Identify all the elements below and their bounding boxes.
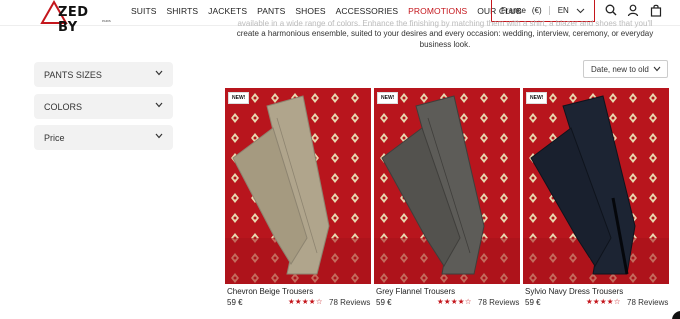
rating-stars: ★★★★☆ bbox=[586, 297, 621, 306]
review-count[interactable]: 78 Reviews bbox=[478, 298, 519, 307]
description-line-3: business look. bbox=[419, 40, 471, 49]
nav-item-suits[interactable]: SUITS bbox=[131, 6, 157, 16]
nav-item-shirts[interactable]: SHIRTS bbox=[167, 6, 199, 16]
new-badge: NEW! bbox=[228, 92, 250, 104]
product-price: 59 € bbox=[376, 298, 392, 307]
main-nav: SUITS SHIRTS JACKETS PANTS SHOES ACCESSO… bbox=[131, 6, 532, 16]
filter-label: Price bbox=[44, 132, 65, 143]
filter-price[interactable]: Price bbox=[34, 125, 173, 150]
description-line-2: create a harmonious ensemble, suited to … bbox=[236, 29, 654, 38]
trousers-photo bbox=[523, 88, 669, 284]
locale-selector[interactable]: France (€) EN bbox=[491, 0, 595, 22]
category-description: available in a wide range of colors. Enh… bbox=[225, 20, 665, 50]
chevron-down-icon bbox=[576, 8, 585, 13]
account-icon[interactable] bbox=[627, 4, 639, 17]
filter-label: PANTS SIZES bbox=[44, 69, 102, 80]
rating-stars: ★★★★☆ bbox=[437, 297, 472, 306]
nav-item-shoes[interactable]: SHOES bbox=[295, 6, 325, 16]
filter-label: COLORS bbox=[44, 101, 83, 112]
sort-label: Date, new to old bbox=[591, 64, 649, 74]
new-badge: NEW! bbox=[377, 92, 399, 104]
country-label: France bbox=[501, 6, 526, 15]
nav-item-promotions[interactable]: PROMOTIONS bbox=[408, 6, 467, 16]
brand-logo[interactable]: ZED BY PARIS bbox=[40, 0, 111, 35]
currency-label: (€) bbox=[532, 6, 550, 15]
product-card[interactable]: NEW! Sylvio Navy Dress Trousers 59 € ★★★… bbox=[523, 88, 669, 319]
product-name[interactable]: Grey Flannel Trousers bbox=[376, 287, 455, 296]
cart-bag-icon[interactable] bbox=[650, 4, 662, 17]
trousers-photo bbox=[374, 88, 520, 284]
description-line-1: available in a wide range of colors. Enh… bbox=[237, 20, 653, 28]
filter-pants-sizes[interactable]: PANTS SIZES bbox=[34, 62, 173, 87]
product-price: 59 € bbox=[525, 298, 541, 307]
chat-widget-button[interactable] bbox=[672, 311, 680, 319]
logo-text: ZED BY bbox=[58, 5, 89, 35]
language-label: EN bbox=[557, 6, 569, 15]
product-image[interactable]: NEW! bbox=[523, 88, 669, 284]
review-count[interactable]: 78 Reviews bbox=[627, 298, 668, 307]
filter-colors[interactable]: COLORS bbox=[34, 94, 173, 119]
product-price: 59 € bbox=[227, 298, 243, 307]
product-image[interactable]: NEW! bbox=[225, 88, 371, 284]
search-icon[interactable] bbox=[605, 4, 617, 16]
chevron-down-icon bbox=[155, 70, 163, 76]
nav-item-pants[interactable]: PANTS bbox=[257, 6, 285, 16]
product-name[interactable]: Chevron Beige Trousers bbox=[227, 287, 313, 296]
chevron-down-icon bbox=[155, 102, 163, 108]
rating-stars: ★★★★☆ bbox=[288, 297, 323, 306]
chevron-down-icon bbox=[155, 133, 163, 139]
review-count[interactable]: 78 Reviews bbox=[329, 298, 370, 307]
product-name[interactable]: Sylvio Navy Dress Trousers bbox=[525, 287, 623, 296]
trousers-photo bbox=[225, 88, 371, 284]
nav-item-jackets[interactable]: JACKETS bbox=[208, 6, 247, 16]
product-card[interactable]: NEW! Chevron Beige Trousers 59 € ★★★★☆ 7… bbox=[225, 88, 371, 319]
product-image[interactable]: NEW! bbox=[374, 88, 520, 284]
product-card[interactable]: NEW! Grey Flannel Trousers 59 € ★★★★☆ 78… bbox=[374, 88, 520, 319]
logo-subtext: PARIS bbox=[102, 19, 111, 23]
chevron-down-icon bbox=[653, 66, 661, 72]
new-badge: NEW! bbox=[526, 92, 548, 104]
nav-item-accessories[interactable]: ACCESSORIES bbox=[336, 6, 399, 16]
sort-select[interactable]: Date, new to old bbox=[583, 60, 668, 78]
